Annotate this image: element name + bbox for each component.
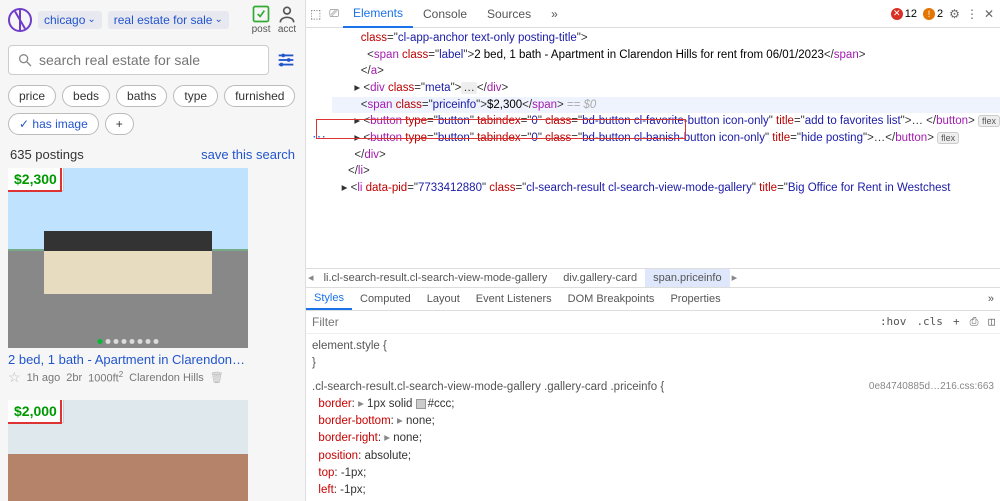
- filter-furnished[interactable]: furnished: [224, 85, 295, 107]
- filter-chip-row: price beds baths type furnished ✓ has im…: [0, 81, 305, 145]
- price-badge: $2,000: [8, 400, 64, 423]
- topbar: chicago ⌄ real estate for sale ⌄ post ac…: [0, 0, 305, 39]
- crumb-item[interactable]: li.cl-search-result.cl-search-view-mode-…: [316, 269, 556, 287]
- tab-elements[interactable]: Elements: [343, 0, 413, 28]
- trash-icon[interactable]: 🗑: [210, 371, 224, 384]
- post-button[interactable]: post: [251, 4, 271, 35]
- location-pill[interactable]: chicago ⌄: [38, 11, 102, 29]
- results-grid: $2,300 2 bed, 1 bath - Apartment in Clar…: [0, 168, 305, 501]
- search-row: [0, 39, 305, 81]
- listing-card[interactable]: $2,000 Big Office for Rent in Westcheste…: [8, 400, 248, 501]
- settings-gear-icon[interactable]: ⚙: [949, 7, 960, 21]
- listing-image[interactable]: $2,000: [8, 400, 248, 501]
- crumb-prev-icon[interactable]: ◂: [306, 271, 316, 284]
- account-icon: [277, 4, 297, 24]
- craigslist-panel: chicago ⌄ real estate for sale ⌄ post ac…: [0, 0, 305, 501]
- filter-baths[interactable]: baths: [116, 85, 167, 107]
- results-meta: 635 postings save this search: [0, 145, 305, 168]
- listing-card[interactable]: $2,300 2 bed, 1 bath - Apartment in Clar…: [8, 168, 248, 386]
- listing-meta: ☆ 1h ago 2br 1000ft2 Clarendon Hills 🗑: [8, 369, 248, 386]
- subtab-properties[interactable]: Properties: [662, 289, 728, 309]
- styles-filter-input[interactable]: [306, 311, 875, 333]
- filter-add[interactable]: +: [105, 113, 134, 135]
- tab-console[interactable]: Console: [413, 1, 477, 27]
- filter-type[interactable]: type: [173, 85, 218, 107]
- search-input[interactable]: [39, 52, 260, 68]
- filter-beds[interactable]: beds: [62, 85, 110, 107]
- category-pill[interactable]: real estate for sale ⌄: [108, 11, 229, 29]
- tabs-overflow[interactable]: »: [541, 1, 568, 27]
- postings-count: 635 postings: [10, 147, 84, 162]
- crumb-item[interactable]: span.priceinfo: [645, 269, 730, 287]
- subtab-event-listeners[interactable]: Event Listeners: [468, 289, 560, 309]
- carousel-dots[interactable]: [98, 339, 159, 344]
- filter-price[interactable]: price: [8, 85, 56, 107]
- listing-image[interactable]: $2,300: [8, 168, 248, 348]
- styles-filter-row: :hov .cls + ⎙ ◫: [306, 311, 1000, 334]
- chevron-down-icon: ⌄: [214, 14, 222, 25]
- computed-toggle-icon[interactable]: ⎙: [965, 315, 984, 329]
- search-box[interactable]: [8, 45, 269, 75]
- compose-icon: [251, 4, 271, 24]
- craigslist-logo-icon[interactable]: [8, 8, 32, 32]
- account-button[interactable]: acct: [277, 4, 297, 35]
- save-search-link[interactable]: save this search: [201, 147, 295, 162]
- breadcrumb[interactable]: ◂ li.cl-search-result.cl-search-view-mod…: [306, 268, 1000, 288]
- subtab-layout[interactable]: Layout: [419, 289, 468, 309]
- inspect-icon[interactable]: ⬚: [306, 7, 325, 21]
- location-label: chicago: [44, 13, 85, 27]
- price-badge: $2,300: [8, 168, 64, 191]
- search-icon: [17, 52, 33, 68]
- error-count[interactable]: ✕12: [891, 8, 917, 20]
- hov-toggle[interactable]: :hov: [875, 315, 912, 328]
- dom-tree[interactable]: ⋯ class="cl-app-anchor text-only posting…: [306, 28, 1000, 268]
- devtools-panel: ⬚ ⎚ Elements Console Sources » ✕12 !2 ⚙ …: [305, 0, 1000, 501]
- close-icon[interactable]: ✕: [984, 7, 994, 21]
- filters-toggle-icon[interactable]: [275, 49, 297, 71]
- favorite-star-icon[interactable]: ☆: [8, 369, 21, 386]
- tab-sources[interactable]: Sources: [477, 1, 541, 27]
- listing-title[interactable]: 2 bed, 1 bath - Apartment in Clarendon…: [8, 352, 248, 367]
- warning-count[interactable]: !2: [923, 8, 943, 20]
- kebab-menu-icon[interactable]: ⋮: [966, 7, 978, 21]
- filter-has-image[interactable]: ✓ has image: [8, 113, 99, 135]
- subtab-computed[interactable]: Computed: [352, 289, 419, 309]
- chevron-down-icon: ⌄: [87, 14, 95, 25]
- subtab-styles[interactable]: Styles: [306, 288, 352, 310]
- cls-toggle[interactable]: .cls: [911, 315, 948, 328]
- toggle-pane-icon[interactable]: ◫: [983, 315, 1000, 328]
- category-label: real estate for sale: [114, 13, 213, 27]
- crumb-next-icon[interactable]: ▸: [730, 271, 740, 284]
- styles-subtabs: Styles Computed Layout Event Listeners D…: [306, 288, 1000, 311]
- styles-pane[interactable]: element.style { } 0e84740885d…216.css:66…: [306, 334, 1000, 501]
- subtabs-overflow[interactable]: »: [980, 289, 1000, 309]
- device-toggle-icon[interactable]: ⎚: [325, 6, 343, 21]
- devtools-tabs: ⬚ ⎚ Elements Console Sources » ✕12 !2 ⚙ …: [306, 0, 1000, 28]
- crumb-item[interactable]: div.gallery-card: [555, 269, 645, 287]
- subtab-dom-breakpoints[interactable]: DOM Breakpoints: [560, 289, 663, 309]
- new-rule-icon[interactable]: +: [948, 315, 965, 328]
